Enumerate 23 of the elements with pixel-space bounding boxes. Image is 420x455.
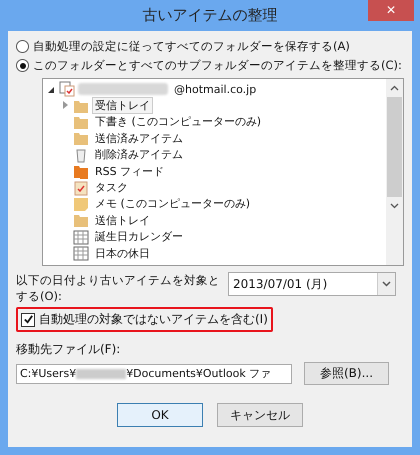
destination-label: 移動先ファイル(F): (16, 341, 122, 358)
folder-item[interactable]: 下書き (このコンピューターのみ) (92, 113, 264, 130)
date-label: 以下の日付より古いアイテムを対象とする(O): (16, 272, 220, 304)
folder-item[interactable]: メモ (このコンピューターのみ) (92, 195, 254, 212)
folder-item[interactable]: 日本の休日 (92, 244, 153, 262)
dialog-button[interactable]: キャンセル (217, 403, 303, 427)
include-checkbox[interactable]: 自動処理の対象ではないアイテムを含む(I) (21, 311, 268, 328)
folder-item[interactable]: 受信トレイ (92, 97, 153, 114)
folder-item[interactable]: 送信トレイ (92, 212, 153, 229)
radio-option[interactable]: このフォルダーとすべてのサブフォルダーのアイテムを整理する(C): (16, 56, 404, 75)
browse-button[interactable]: 参照(B)... (304, 362, 389, 385)
folder-item[interactable]: 送信済みアイテム (92, 130, 186, 147)
account-name[interactable]: @hotmail.co.jp (171, 82, 260, 97)
destination-path-field[interactable]: C:¥Users¥ ¥Documents¥Outlook ファ (16, 364, 292, 384)
folder-item[interactable]: タスク (92, 179, 131, 196)
folder-item[interactable]: 削除済みアイテム (92, 146, 186, 164)
close-button[interactable]: × (368, 0, 414, 21)
window-title: 古いアイテムの整理 (142, 6, 278, 25)
folder-item[interactable]: RSS フィード (92, 162, 168, 180)
dialog-button[interactable]: OK (117, 403, 203, 427)
folder-item[interactable]: 誕生日カレンダー (92, 228, 186, 246)
radio-option[interactable]: 自動処理の設定に従ってすべてのフォルダーを保存する(A) (16, 37, 404, 56)
date-dropdown[interactable]: 2013/07/01 (月) (228, 272, 396, 296)
